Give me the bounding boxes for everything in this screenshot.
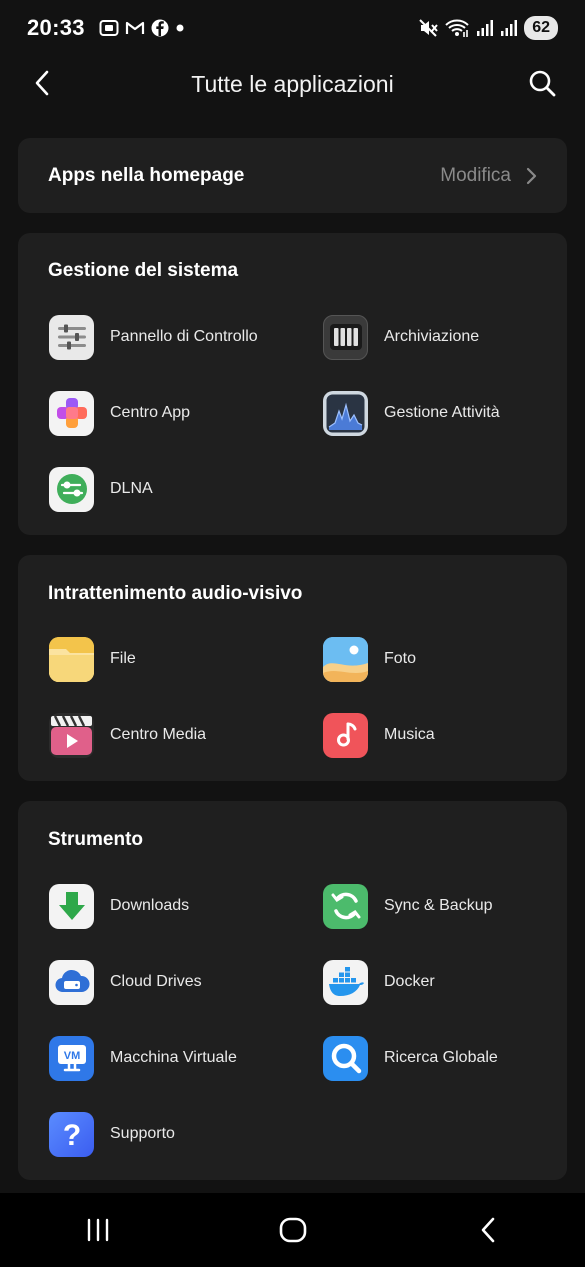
- edit-label: Modifica: [440, 164, 511, 186]
- app-label: Musica: [384, 726, 435, 743]
- home-button[interactable]: [263, 1200, 323, 1260]
- app-label: Foto: [384, 650, 417, 667]
- vm-icon-text: VM: [63, 1050, 80, 1062]
- app-label: Cloud Drives: [110, 973, 202, 990]
- dot-icon: [176, 24, 184, 32]
- app-label: Centro App: [110, 404, 191, 421]
- section-title: Intrattenimento audio-visivo: [48, 583, 303, 604]
- wifi-icon: [445, 19, 469, 37]
- system-nav-bar: [0, 1193, 585, 1267]
- docker-icon: [323, 959, 368, 1005]
- app-label: Docker: [384, 973, 435, 990]
- chevron-left-icon: [35, 70, 49, 96]
- app-files[interactable]: File: [49, 636, 136, 682]
- cloud-drive-icon: [49, 959, 94, 1005]
- search-icon: [529, 70, 556, 97]
- recents-icon: [87, 1218, 108, 1242]
- clock: 20:33: [27, 15, 85, 40]
- search-button[interactable]: [527, 68, 557, 98]
- media-center-icon: [49, 712, 94, 758]
- dlna-icon: [49, 466, 94, 512]
- section-title: Gestione del sistema: [48, 260, 239, 281]
- app-photos[interactable]: Foto: [323, 636, 416, 682]
- signal-icon: [477, 20, 494, 36]
- app-label: Downloads: [110, 897, 190, 914]
- signal-icon: [501, 20, 518, 36]
- app-support[interactable]: ? Supporto: [49, 1111, 175, 1157]
- app-task-manager[interactable]: Gestione Attività: [323, 390, 500, 436]
- battery-indicator: 62: [524, 16, 558, 40]
- help-icon-text: ?: [62, 1119, 80, 1151]
- app-downloads[interactable]: Downloads: [49, 883, 189, 929]
- status-right: 62: [418, 16, 558, 40]
- home-icon: [279, 1217, 306, 1243]
- back-button[interactable]: [28, 68, 58, 98]
- app-global-search[interactable]: Ricerca Globale: [323, 1035, 498, 1081]
- app-storage[interactable]: Archiviazione: [323, 314, 479, 360]
- mute-icon: [419, 19, 438, 37]
- help-icon: ?: [49, 1111, 94, 1157]
- section-tools: Strumento Downloads Sync & Backup Cloud …: [18, 801, 567, 1180]
- edit-homepage-link[interactable]: Modifica: [440, 165, 537, 187]
- app-sync-backup[interactable]: Sync & Backup: [323, 883, 493, 929]
- gmail-icon: [125, 21, 144, 34]
- app-label: Gestione Attività: [384, 404, 500, 421]
- app-music[interactable]: Musica: [323, 712, 435, 758]
- homepage-apps-label: Apps nella homepage: [48, 164, 245, 186]
- app-cloud-drives[interactable]: Cloud Drives: [49, 959, 202, 1005]
- app-label: Pannello di Controllo: [110, 328, 258, 345]
- app-dlna[interactable]: DLNA: [49, 466, 153, 512]
- app-center-icon: [49, 390, 94, 436]
- app-label: Archiviazione: [384, 328, 480, 345]
- app-app-center[interactable]: Centro App: [49, 390, 190, 436]
- photos-icon: [323, 636, 368, 682]
- app-label: DLNA: [110, 480, 153, 497]
- app-control-panel[interactable]: Pannello di Controllo: [49, 314, 258, 360]
- status-left: 20:33: [27, 15, 185, 41]
- section-audio-visual: Intrattenimento audio-visivo File Foto C…: [18, 555, 567, 781]
- chevron-right-icon: [526, 167, 537, 184]
- facebook-icon: [151, 19, 169, 37]
- page-title: Tutte le applicazioni: [191, 70, 394, 97]
- storage-icon: [323, 314, 368, 360]
- app-virtual-machine[interactable]: VM Macchina Virtuale: [49, 1035, 237, 1081]
- status-bar: 20:33 62: [0, 0, 585, 56]
- recents-button[interactable]: [68, 1200, 128, 1260]
- music-icon: [323, 712, 368, 758]
- section-system-management: Gestione del sistema Pannello di Control…: [18, 233, 567, 535]
- app-docker[interactable]: Docker: [323, 959, 435, 1005]
- sync-backup-icon: [323, 883, 368, 929]
- notification-icons: [99, 19, 185, 37]
- global-search-icon: [323, 1035, 368, 1081]
- app-label: Supporto: [110, 1125, 175, 1142]
- app-media-center[interactable]: Centro Media: [49, 712, 206, 758]
- app-label: Macchina Virtuale: [110, 1049, 237, 1066]
- app-header: Tutte le applicazioni: [0, 56, 585, 112]
- folder-icon: [49, 636, 94, 682]
- back-icon: [481, 1217, 494, 1243]
- control-panel-icon: [49, 314, 94, 360]
- app-label: Ricerca Globale: [384, 1049, 498, 1066]
- screenshot-icon: [99, 20, 119, 36]
- task-manager-icon: [323, 390, 368, 436]
- back-nav-button[interactable]: [458, 1200, 518, 1260]
- download-icon: [49, 883, 94, 929]
- virtual-machine-icon: VM: [49, 1035, 94, 1081]
- app-label: Sync & Backup: [384, 897, 493, 914]
- app-label: Centro Media: [110, 726, 207, 743]
- app-label: File: [110, 650, 136, 667]
- homepage-apps-row[interactable]: Apps nella homepage Modifica: [18, 138, 567, 213]
- section-title: Strumento: [48, 829, 143, 850]
